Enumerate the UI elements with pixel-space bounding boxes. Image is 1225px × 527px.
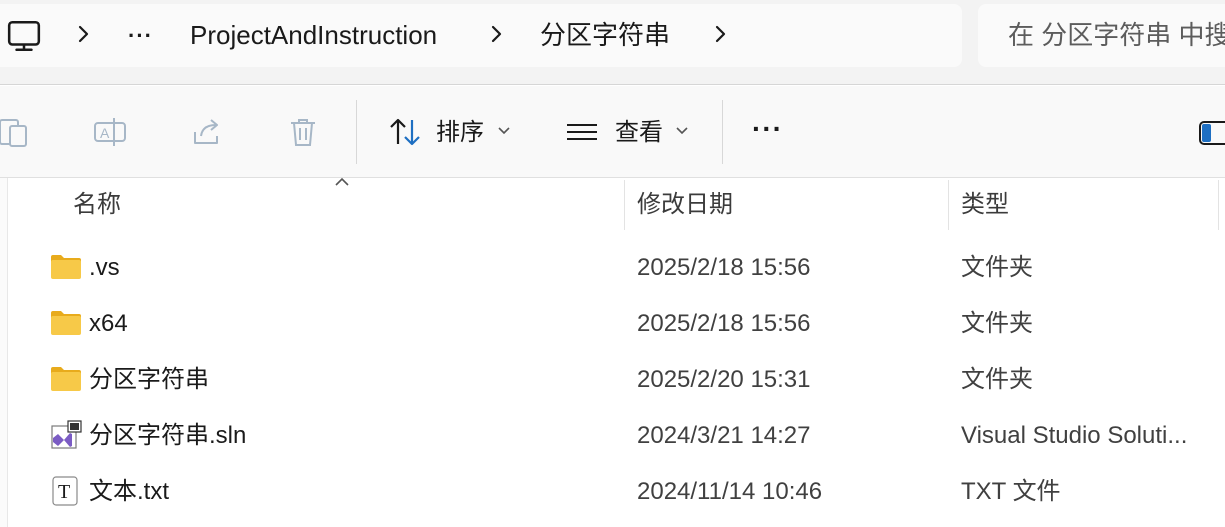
address-bar-region: ··· ProjectAndInstruction 分区字符串 在 分区字符串 … (0, 0, 1225, 85)
column-header-name[interactable]: 名称 (73, 180, 121, 230)
view-button[interactable]: 查看 (615, 116, 663, 150)
navigation-pane-edge (0, 178, 8, 527)
column-divider[interactable] (624, 180, 625, 230)
computer-icon[interactable] (6, 18, 41, 52)
file-name: .vs (89, 254, 120, 281)
chevron-right-icon[interactable] (76, 22, 92, 46)
file-type: 文件夹 (961, 366, 1033, 393)
svg-text:T: T (58, 481, 70, 503)
breadcrumb-current-folder[interactable]: 分区字符串 (540, 4, 670, 67)
file-name: 文本.txt (89, 478, 170, 505)
chevron-down-icon[interactable] (497, 126, 511, 136)
folder-icon (50, 252, 82, 282)
details-pane-icon[interactable] (1198, 114, 1225, 150)
column-divider[interactable] (1218, 180, 1219, 230)
svg-text:A: A (100, 125, 110, 141)
chevron-down-icon[interactable] (675, 126, 689, 136)
rename-icon[interactable]: A (92, 114, 128, 150)
file-name: 分区字符串.sln (89, 422, 247, 449)
file-name: x64 (89, 310, 128, 337)
column-header-type[interactable]: 类型 (961, 180, 1009, 230)
file-date: 2024/3/21 14:27 (637, 422, 811, 449)
list-item[interactable]: 分区字符串 2025/2/20 15:31 文件夹 (40, 352, 1225, 408)
list-item[interactable]: x64 2025/2/18 15:56 文件夹 (40, 296, 1225, 352)
sort-button[interactable]: 排序 (436, 116, 484, 150)
folder-icon (50, 364, 82, 394)
breadcrumb-project[interactable]: ProjectAndInstruction (190, 4, 437, 67)
list-item[interactable]: .vs 2025/2/18 15:56 文件夹 (40, 240, 1225, 296)
file-type: Visual Studio Soluti... (961, 422, 1188, 449)
list-item[interactable]: T 文本.txt 2024/11/14 10:46 TXT 文件 (40, 464, 1225, 520)
breadcrumb-overflow[interactable]: ··· (128, 4, 153, 67)
sort-icon[interactable] (387, 114, 423, 150)
file-date: 2025/2/20 15:31 (637, 366, 811, 393)
file-type: 文件夹 (961, 254, 1033, 281)
file-type: 文件夹 (961, 310, 1033, 337)
chevron-right-icon[interactable] (713, 22, 729, 46)
delete-icon[interactable] (285, 114, 321, 150)
list-item[interactable]: 分区字符串.sln 2024/3/21 14:27 Visual Studio … (40, 408, 1225, 464)
command-bar: A 排序 查看 ··· (0, 86, 1225, 178)
column-header-date-modified[interactable]: 修改日期 (637, 180, 733, 230)
file-date: 2025/2/18 15:56 (637, 310, 811, 337)
column-divider[interactable] (948, 180, 949, 230)
toolbar-separator (722, 100, 723, 164)
share-icon[interactable] (189, 114, 225, 150)
view-icon[interactable] (564, 114, 600, 150)
sort-ascending-icon (335, 177, 349, 186)
file-date: 2024/11/14 10:46 (637, 478, 823, 505)
text-file-icon: T (50, 476, 82, 506)
visual-studio-solution-icon (50, 420, 82, 450)
file-type: TXT 文件 (961, 478, 1061, 505)
file-date: 2025/2/18 15:56 (637, 254, 811, 281)
search-input[interactable]: 在 分区字符串 中搜索 (978, 4, 1225, 67)
copy-icon[interactable] (0, 114, 32, 150)
chevron-right-icon[interactable] (489, 22, 505, 46)
toolbar-separator (356, 100, 357, 164)
more-options-button[interactable]: ··· (752, 112, 783, 146)
folder-icon (50, 308, 82, 338)
file-name: 分区字符串 (89, 366, 209, 393)
